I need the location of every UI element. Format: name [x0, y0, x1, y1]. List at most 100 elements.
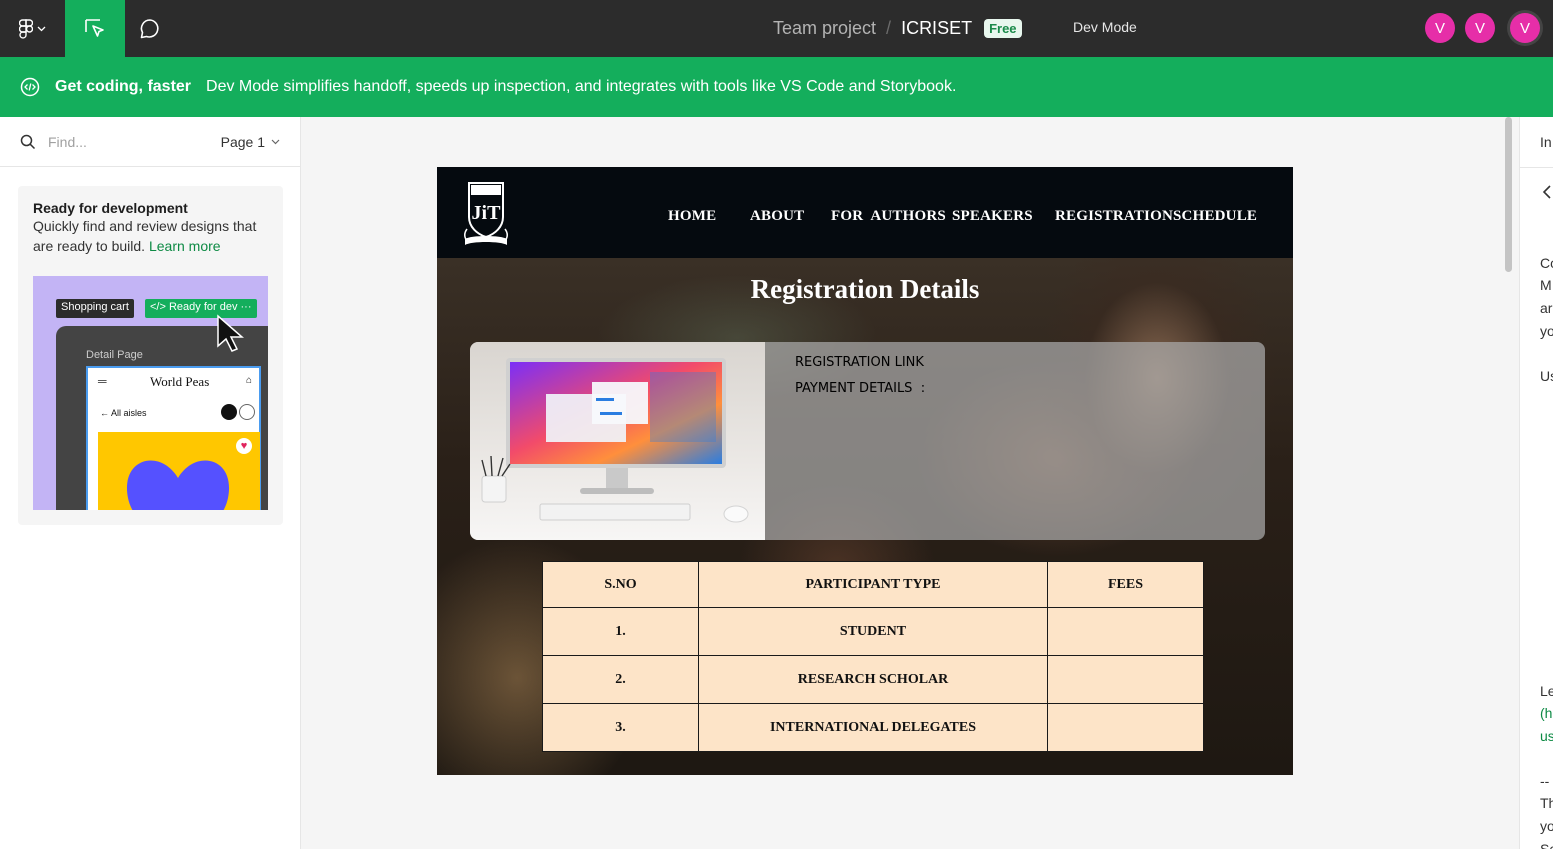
inspect-tool-button[interactable]: [65, 0, 125, 57]
card-description: Quickly find and review designs that are…: [33, 216, 268, 256]
banner-text: Dev Mode simplifies handoff, speeds up i…: [206, 78, 957, 95]
desktop-computer-icon: [481, 358, 749, 523]
design-frame[interactable]: JiT HOME ABOUT FOR AUTHORS SPEAKERS REGI…: [437, 167, 1293, 775]
learn-more-link[interactable]: Learn more: [149, 238, 221, 254]
nav-for-authors[interactable]: FOR AUTHORS: [831, 208, 946, 225]
table-cell-sno: 3.: [542, 703, 699, 752]
page-selector-label: Page 1: [220, 133, 265, 150]
pointer-cursor-icon: [217, 314, 244, 352]
card-title: Ready for development: [33, 200, 188, 216]
table-cell-type: INTERNATIONAL DELEGATES: [698, 703, 1048, 752]
top-toolbar: Team project / ICRISET Free Dev Mode V V…: [0, 0, 1553, 57]
page-selector[interactable]: Page 1: [221, 134, 280, 150]
table-row: 3. INTERNATIONAL DELEGATES: [542, 703, 1204, 752]
avatar[interactable]: V: [1425, 13, 1455, 43]
table-row: 2. RESEARCH SCHOLAR: [542, 655, 1204, 704]
nav-about[interactable]: ABOUT: [750, 208, 804, 225]
right-panel-text: Sc: [1540, 841, 1553, 849]
illustration-title: World Peas: [150, 374, 210, 389]
heart-icon: ♥: [236, 438, 252, 454]
illustration-back-label: All aisles: [111, 408, 147, 418]
right-panel-text: Th: [1540, 795, 1553, 811]
comment-tool-button[interactable]: [125, 0, 175, 57]
right-panel-text: --: [1540, 773, 1550, 789]
chevron-down-icon: [271, 139, 280, 144]
hamburger-icon: ═: [98, 374, 107, 388]
avatar[interactable]: V: [1465, 13, 1495, 43]
search-input[interactable]: [48, 133, 188, 150]
site-navbar: JiT HOME ABOUT FOR AUTHORS SPEAKERS REGI…: [437, 167, 1293, 258]
nav-speakers[interactable]: SPEAKERS: [952, 208, 1033, 225]
current-user-avatar[interactable]: V: [1510, 13, 1540, 43]
breadcrumb-separator: /: [886, 18, 892, 38]
fees-table: S.NO PARTICIPANT TYPE FEES 1. STUDENT 2.…: [542, 561, 1204, 752]
right-panel: In Co M ar yo Us Le (h us -- Th yo Sc: [1519, 117, 1553, 849]
column-header-fees: FEES: [1047, 561, 1204, 608]
main-menu-button[interactable]: [0, 0, 65, 57]
table-cell-sno: 1.: [542, 607, 699, 656]
chevron-left-icon[interactable]: [1542, 184, 1552, 200]
nav-registration[interactable]: REGISTRATION: [1055, 208, 1173, 225]
table-cell-type: RESEARCH SCHOLAR: [698, 655, 1048, 704]
right-panel-text: Le: [1540, 683, 1553, 699]
ready-for-dev-illustration: Shopping cart </> Ready for dev ··· Deta…: [33, 276, 268, 510]
table-cell-fees: [1047, 655, 1204, 704]
nav-schedule[interactable]: SCHEDULE: [1173, 208, 1257, 225]
cursor-select-icon: [85, 18, 104, 37]
left-panel: Page 1 Ready for development Quickly fin…: [0, 117, 301, 849]
basket-icon: ⌂: [246, 375, 253, 386]
list-view-icon: [239, 404, 255, 420]
registration-link-label[interactable]: REGISTRATION LINK: [795, 355, 924, 370]
ready-for-dev-card: Ready for development Quickly find and r…: [18, 186, 283, 525]
table-row: 1. STUDENT: [542, 607, 1204, 656]
payment-details-label: PAYMENT DETAILS :: [795, 381, 926, 396]
search-icon: [20, 134, 36, 149]
ready-for-dev-chip-label: Ready for dev: [168, 301, 238, 313]
illustration-page-label: Detail Page: [86, 349, 143, 361]
right-panel-text: Co: [1540, 255, 1553, 271]
code-icon: [20, 77, 40, 97]
file-name[interactable]: ICRISET: [901, 18, 972, 39]
figma-logo-icon: [19, 18, 33, 39]
page-title: Registration Details: [750, 274, 980, 304]
canvas-scrollbar[interactable]: [1505, 117, 1512, 272]
dev-mode-banner: Get coding, faster Dev Mode simplifies h…: [0, 57, 1553, 117]
column-header-participant-type: PARTICIPANT TYPE: [698, 561, 1048, 608]
divider: [1520, 167, 1553, 168]
chevron-down-icon: [37, 26, 46, 31]
table-header-row: S.NO PARTICIPANT TYPE FEES: [542, 561, 1204, 608]
svg-text:JiT: JiT: [472, 202, 502, 224]
right-panel-text: yo: [1540, 818, 1553, 834]
comment-icon: [140, 18, 159, 38]
peas-shape-icon: [126, 460, 230, 510]
nav-home[interactable]: HOME: [668, 208, 716, 225]
banner-title: Get coding, faster: [55, 78, 192, 95]
table-cell-type: STUDENT: [698, 607, 1048, 656]
plan-badge[interactable]: Free: [984, 19, 1022, 38]
grid-view-icon: [221, 404, 237, 420]
illustration-phone: ═ World Peas ⌂ ← All aisles ♥: [86, 366, 261, 510]
card-description-text: Quickly find and review designs that are…: [33, 218, 257, 254]
illustration-back: ← All aisles: [100, 408, 147, 418]
shopping-cart-chip: Shopping cart: [56, 299, 134, 318]
table-cell-fees: [1047, 703, 1204, 752]
computer-image: [470, 342, 765, 540]
right-panel-link[interactable]: us: [1540, 728, 1553, 744]
right-panel-text: Us: [1540, 368, 1553, 384]
right-panel-text: ar: [1540, 300, 1553, 316]
registration-card: REGISTRATION LINK PAYMENT DETAILS :: [470, 342, 1265, 540]
right-panel-link[interactable]: (h: [1540, 705, 1552, 721]
search-bar: Page 1: [0, 117, 300, 167]
hero-section: Registration Details REGISTRATION LINK P…: [437, 258, 1293, 775]
project-name[interactable]: Team project: [773, 18, 876, 39]
table-cell-sno: 2.: [542, 655, 699, 704]
column-header-sno: S.NO: [542, 561, 699, 608]
right-panel-tab[interactable]: In: [1540, 134, 1552, 150]
college-logo-icon: JiT: [464, 182, 508, 245]
dev-mode-label[interactable]: Dev Mode: [1073, 19, 1137, 35]
table-cell-fees: [1047, 607, 1204, 656]
right-panel-text: yo: [1540, 323, 1553, 339]
file-breadcrumb: Team project / ICRISET Free: [773, 0, 1022, 57]
right-panel-text: M: [1540, 277, 1552, 293]
illustration-product: ♥: [98, 432, 260, 510]
